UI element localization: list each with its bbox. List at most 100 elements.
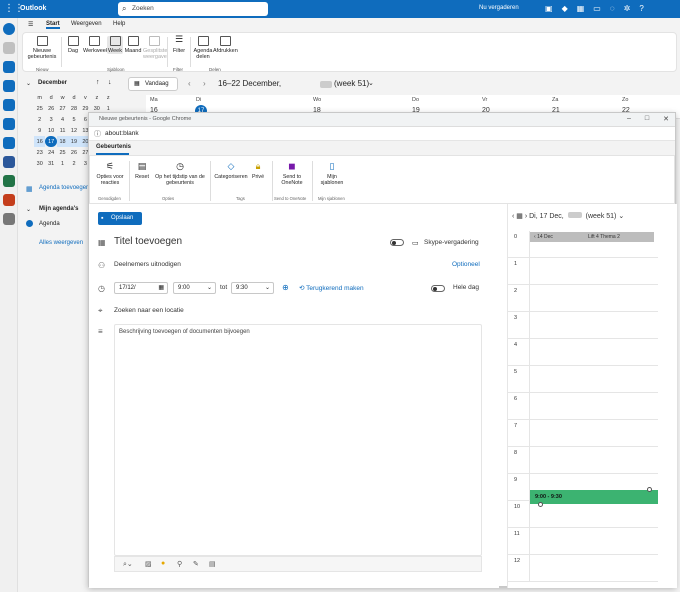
calendar-color-dot[interactable]: [26, 220, 33, 227]
mini-calendar-day[interactable]: 10: [45, 125, 56, 136]
search-input[interactable]: ⌕ Zoeken: [118, 2, 268, 16]
mini-calendar-day[interactable]: 1: [57, 158, 68, 169]
address-text[interactable]: about:blank: [105, 130, 139, 137]
add-calendar-link[interactable]: Agenda toevoegen: [39, 185, 89, 191]
mini-calendar-day[interactable]: 3: [45, 114, 56, 125]
diamond-icon[interactable]: ◆: [562, 4, 568, 13]
image-icon[interactable]: ▨: [145, 560, 152, 568]
optional-link[interactable]: Optioneel: [452, 261, 480, 268]
mini-calendar-day[interactable]: 31: [45, 158, 56, 169]
more-apps-icon[interactable]: [3, 213, 15, 225]
print-button[interactable]: Afdrukken: [213, 36, 238, 54]
resize-handle-bottom[interactable]: [538, 502, 543, 507]
private-button[interactable]: 🔒︎ Privé: [249, 161, 267, 180]
tab-event[interactable]: Gebeurtenis: [96, 144, 131, 150]
split-view-button[interactable]: Gesplitste weergave: [143, 36, 167, 60]
mini-calendar-day[interactable]: 17: [45, 136, 57, 147]
resize-handle-top[interactable]: [647, 487, 652, 492]
today-button[interactable]: ▦ Vandaag: [128, 77, 178, 91]
location-input[interactable]: Zoeken naar een locatie: [114, 307, 184, 314]
hour-row[interactable]: 5: [508, 366, 658, 393]
mini-calendar-day[interactable]: 25: [34, 103, 45, 114]
description-editor[interactable]: Beschrijving toevoegen of documenten bij…: [114, 324, 482, 556]
hour-row[interactable]: 1: [508, 258, 658, 285]
new-event-button[interactable]: Nieuwe gebeurtenis: [27, 36, 57, 60]
todo-icon[interactable]: [3, 137, 15, 149]
mini-calendar-day[interactable]: 5: [68, 114, 79, 125]
prev-month-icon[interactable]: ↑: [96, 79, 100, 86]
week-view-button[interactable]: Week: [107, 36, 123, 54]
end-time-field[interactable]: 9:30 ⌄: [231, 282, 274, 294]
account-icon[interactable]: [3, 23, 15, 35]
skype-toggle[interactable]: [390, 239, 404, 246]
attach-icon[interactable]: ⌕⌄: [123, 560, 133, 569]
title-input[interactable]: Titel toevoegen: [114, 236, 182, 247]
template-icon[interactable]: ▤: [209, 560, 216, 568]
emoji-icon[interactable]: ●: [161, 560, 165, 567]
groups-icon[interactable]: [3, 99, 15, 111]
mini-calendar-day[interactable]: 26: [45, 103, 56, 114]
minimize-icon[interactable]: –: [627, 115, 631, 123]
date-range[interactable]: 16–22 December,: [218, 79, 281, 88]
timezone-icon[interactable]: ⊕: [282, 283, 289, 292]
mini-calendar-day[interactable]: 9: [34, 125, 45, 136]
mini-calendar-day[interactable]: 16: [34, 136, 46, 147]
hour-row[interactable]: 8: [508, 447, 658, 474]
calendar-icon[interactable]: [3, 61, 15, 73]
recurring-button[interactable]: ⟲ Terugkerend maken: [299, 284, 364, 292]
save-button[interactable]: ▪ Opslaan: [98, 212, 142, 225]
tab-view[interactable]: Weergeven: [71, 21, 102, 27]
share-calendar-button[interactable]: Agenda delen: [193, 36, 213, 60]
tab-help[interactable]: Help: [113, 21, 125, 27]
powerpoint-icon[interactable]: [3, 194, 15, 206]
app-launcher-icon[interactable]: ⋮⋮: [4, 3, 24, 14]
meet-now-button[interactable]: Nu vergaderen: [479, 5, 519, 11]
show-all-link[interactable]: Alles weergeven: [39, 240, 83, 246]
hour-row[interactable]: 4: [508, 339, 658, 366]
next-month-icon[interactable]: ↓: [108, 79, 112, 86]
mini-calendar-day[interactable]: 2: [34, 114, 45, 125]
word-icon[interactable]: [3, 156, 15, 168]
tab-start[interactable]: Start: [46, 21, 60, 29]
hour-row[interactable]: 12: [508, 555, 658, 582]
next-week-icon[interactable]: ›: [203, 79, 206, 88]
prev-week-icon[interactable]: ‹: [188, 79, 191, 88]
collapse-calendars-icon[interactable]: ⌄: [26, 206, 31, 213]
close-icon[interactable]: ✕: [663, 115, 669, 123]
bell-icon[interactable]: ◌: [610, 4, 615, 13]
new-event-block[interactable]: 9:00 - 9:30: [530, 487, 658, 507]
maximize-icon[interactable]: □: [645, 115, 649, 123]
excel-icon[interactable]: [3, 175, 15, 187]
mini-calendar-day[interactable]: 26: [68, 147, 79, 158]
workweek-view-button[interactable]: Werkweek: [83, 36, 109, 54]
mini-calendar-day[interactable]: 19: [68, 136, 80, 147]
hour-row[interactable]: 10: [508, 501, 658, 528]
chevron-down-icon[interactable]: ⌄: [368, 79, 374, 87]
people-icon[interactable]: [3, 80, 15, 92]
mini-calendar-day[interactable]: 25: [57, 147, 68, 158]
attendees-input[interactable]: Deelnemers uitnodigen: [114, 261, 181, 268]
hour-row[interactable]: 3: [508, 312, 658, 339]
calendar-mini-icon[interactable]: ▦: [516, 213, 525, 220]
date-field[interactable]: 17/12/ ▦: [114, 282, 168, 294]
gear-icon[interactable]: ✲: [624, 4, 631, 13]
tasks-icon[interactable]: [3, 118, 15, 130]
categorize-button[interactable]: ◇ Categoriseren: [213, 161, 249, 180]
reset-button[interactable]: ▤ Reset: [132, 161, 152, 180]
response-options-button[interactable]: ⚟ Opties voor reacties: [94, 161, 126, 186]
accessibility-icon[interactable]: ⚲: [177, 560, 182, 568]
hamburger-icon[interactable]: ☰: [28, 21, 33, 28]
teams-icon[interactable]: ▣: [545, 4, 553, 13]
grid-icon[interactable]: ▦: [577, 4, 585, 13]
hour-row[interactable]: 6: [508, 393, 658, 420]
help-icon[interactable]: ?: [639, 4, 643, 13]
filter-button[interactable]: ☰ Filter: [171, 35, 187, 55]
mini-calendar-day[interactable]: 24: [45, 147, 56, 158]
chevron-down-icon[interactable]: ⌄: [618, 213, 624, 220]
hour-row[interactable]: 7: [508, 420, 658, 447]
allday-toggle[interactable]: [431, 285, 445, 292]
mini-calendar-day[interactable]: 18: [56, 136, 69, 147]
allday-event[interactable]: ‹ 14 Dec Lift 4 Thema 2: [530, 232, 654, 242]
info-icon[interactable]: ⓘ: [94, 129, 101, 139]
feedback-icon[interactable]: ▭: [593, 4, 601, 13]
